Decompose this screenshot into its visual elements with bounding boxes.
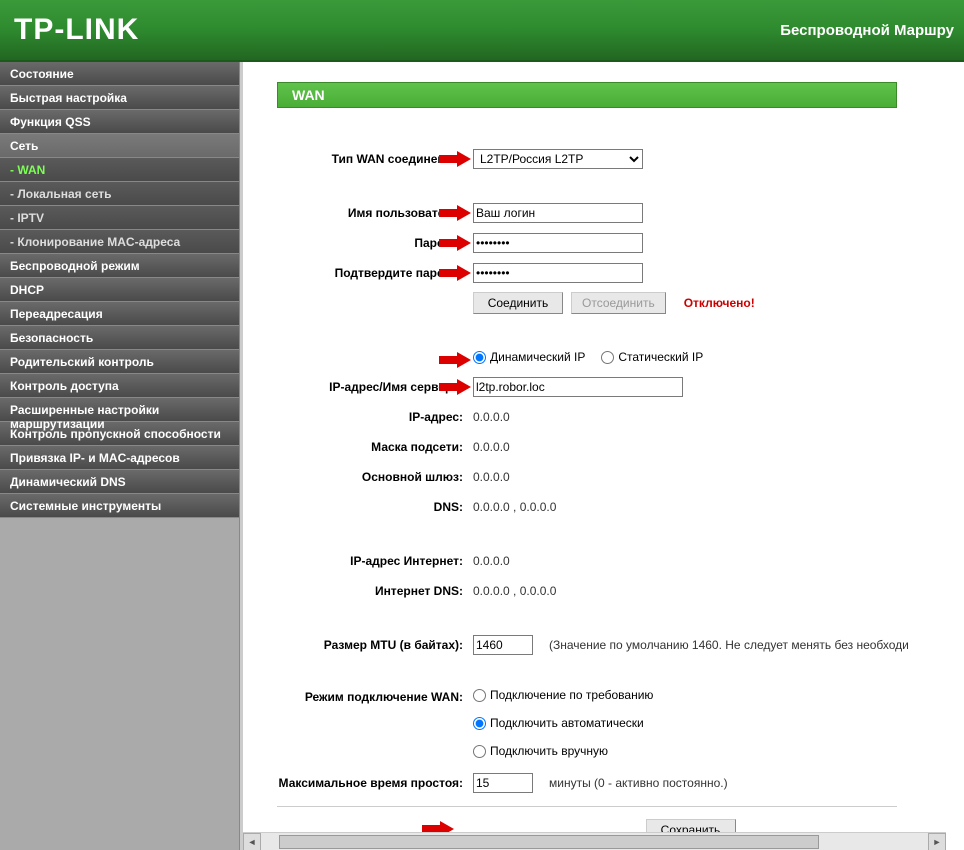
ip-value: 0.0.0.0 — [473, 410, 510, 424]
page-title: WAN — [277, 82, 897, 108]
idle-input[interactable] — [473, 773, 533, 793]
sidebar-item-14[interactable]: Расширенные настройки маршрутизации — [0, 398, 239, 422]
inet-dns-value: 0.0.0.0 , 0.0.0.0 — [473, 584, 556, 598]
wan-type-select[interactable]: L2TP/Россия L2TP — [473, 149, 643, 169]
divider — [277, 806, 897, 807]
sidebar-item-17[interactable]: Динамический DNS — [0, 470, 239, 494]
sidebar-item-18[interactable]: Системные инструменты — [0, 494, 239, 518]
sidebar-item-12[interactable]: Родительский контроль — [0, 350, 239, 374]
static-ip-radio[interactable]: Статический IP — [601, 350, 703, 364]
sidebar-item-4[interactable]: - WAN — [0, 158, 239, 182]
idle-hint: минуты (0 - активно постоянно.) — [549, 776, 728, 790]
horizontal-scrollbar[interactable]: ◄ ► — [243, 832, 946, 850]
inet-ip-label: IP-адрес Интернет: — [277, 554, 473, 568]
mtu-hint: (Значение по умолчанию 1460. Не следует … — [549, 638, 909, 652]
conn-mode-label: Режим подключение WAN: — [277, 688, 473, 704]
idle-label: Максимальное время простоя: — [277, 776, 473, 790]
server-input[interactable] — [473, 377, 683, 397]
sidebar: СостояниеБыстрая настройкаФункция QSSСет… — [0, 62, 240, 850]
dynamic-ip-radio[interactable]: Динамический IP — [473, 350, 585, 364]
sidebar-item-8[interactable]: Беспроводной режим — [0, 254, 239, 278]
content: WAN Тип WAN соединения: L2TP/Россия L2TP… — [240, 62, 964, 850]
logo: TP-LINK — [14, 13, 139, 47]
pointer-arrow-icon — [439, 379, 471, 395]
pointer-arrow-icon — [439, 352, 471, 368]
sidebar-item-16[interactable]: Привязка IP- и MAC-адресов — [0, 446, 239, 470]
pointer-arrow-icon — [439, 205, 471, 221]
dns-label: DNS: — [277, 500, 473, 514]
sidebar-item-1[interactable]: Быстрая настройка — [0, 86, 239, 110]
inet-ip-value: 0.0.0.0 — [473, 554, 510, 568]
scroll-left-icon[interactable]: ◄ — [243, 833, 261, 850]
username-input[interactable] — [473, 203, 643, 223]
sidebar-item-10[interactable]: Переадресация — [0, 302, 239, 326]
sidebar-item-7[interactable]: - Клонирование MAC-адреса — [0, 230, 239, 254]
inet-dns-label: Интернет DNS: — [277, 584, 473, 598]
gateway-value: 0.0.0.0 — [473, 470, 510, 484]
sidebar-item-11[interactable]: Безопасность — [0, 326, 239, 350]
mtu-label: Размер MTU (в байтах): — [277, 638, 473, 652]
password-input[interactable] — [473, 233, 643, 253]
sidebar-item-13[interactable]: Контроль доступа — [0, 374, 239, 398]
sidebar-item-3[interactable]: Сеть — [0, 134, 239, 158]
pointer-arrow-icon — [439, 265, 471, 281]
connection-status: Отключено! — [684, 296, 755, 310]
sidebar-item-9[interactable]: DHCP — [0, 278, 239, 302]
sidebar-item-6[interactable]: - IPTV — [0, 206, 239, 230]
header: TP-LINK Беспроводной Маршру — [0, 0, 964, 62]
conn-mode-auto-radio[interactable]: Подключить автоматически — [473, 716, 644, 730]
pointer-arrow-icon — [439, 151, 471, 167]
gateway-label: Основной шлюз: — [277, 470, 473, 484]
connect-button[interactable]: Соединить — [473, 292, 563, 314]
mtu-input[interactable] — [473, 635, 533, 655]
scrollbar-thumb[interactable] — [279, 835, 819, 849]
mask-label: Маска подсети: — [277, 440, 473, 454]
pointer-arrow-icon — [439, 235, 471, 251]
confirm-password-input[interactable] — [473, 263, 643, 283]
conn-mode-demand-radio[interactable]: Подключение по требованию — [473, 688, 653, 702]
disconnect-button[interactable]: Отсоединить — [571, 292, 666, 314]
sidebar-item-2[interactable]: Функция QSS — [0, 110, 239, 134]
sidebar-item-5[interactable]: - Локальная сеть — [0, 182, 239, 206]
sidebar-item-0[interactable]: Состояние — [0, 62, 239, 86]
ip-label: IP-адрес: — [277, 410, 473, 424]
header-title: Беспроводной Маршру — [780, 22, 954, 39]
scroll-right-icon[interactable]: ► — [928, 833, 946, 850]
conn-mode-manual-radio[interactable]: Подключить вручную — [473, 744, 608, 758]
dns-value: 0.0.0.0 , 0.0.0.0 — [473, 500, 556, 514]
mask-value: 0.0.0.0 — [473, 440, 510, 454]
